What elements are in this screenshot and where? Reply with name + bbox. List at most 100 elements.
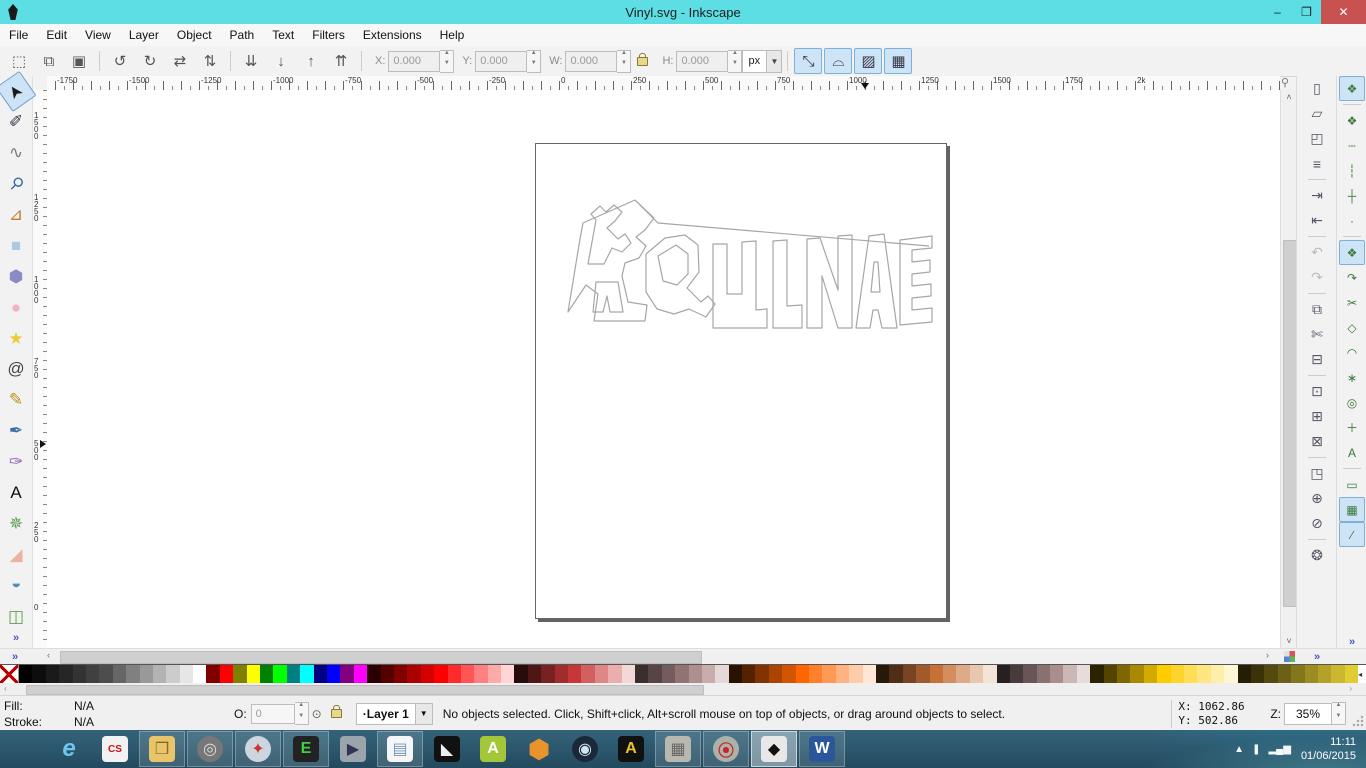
scale-stroke-toggle[interactable]: ⤡ <box>794 48 823 74</box>
color-swatch[interactable] <box>206 665 220 684</box>
color-swatch[interactable] <box>755 665 769 684</box>
vinyl-outline-artwork[interactable] <box>536 144 946 618</box>
paint-bucket-tool[interactable]: ◗ <box>2 571 31 601</box>
color-swatch[interactable] <box>942 665 957 684</box>
color-swatch[interactable] <box>193 665 207 684</box>
bricks-app-icon[interactable]: ▦ <box>655 731 701 767</box>
color-swatch[interactable] <box>179 665 194 684</box>
color-swatch[interactable] <box>742 665 756 684</box>
color-managed-view-icon[interactable] <box>1284 651 1295 662</box>
color-swatch[interactable] <box>661 665 676 684</box>
snap-bbox-centers-toggle[interactable]: · <box>1339 208 1365 233</box>
artwork-path[interactable] <box>645 234 716 318</box>
taskbar-clock[interactable]: 11:11 01/06/2015 <box>1301 735 1356 763</box>
color-swatch[interactable] <box>474 665 488 684</box>
color-swatch[interactable] <box>45 665 60 684</box>
color-swatch[interactable] <box>326 665 341 684</box>
color-swatch[interactable] <box>1063 665 1077 684</box>
zoom-tool[interactable]: ⚲ <box>0 163 37 205</box>
spray-tool[interactable]: ✵ <box>1 509 31 538</box>
open-button[interactable]: ▱ <box>1304 101 1330 126</box>
internet-explorer-icon[interactable]: e <box>47 732 91 766</box>
menu-layer[interactable]: Layer <box>120 26 168 44</box>
palette-end-arrow[interactable]: ◂ <box>1358 665 1366 684</box>
color-swatch[interactable] <box>889 665 903 684</box>
color-swatch[interactable] <box>675 665 689 684</box>
scroll-right-arrow[interactable]: › <box>1266 650 1269 660</box>
y-field[interactable]: 0.000 <box>475 50 528 72</box>
color-swatch[interactable] <box>594 665 609 684</box>
snap-page-border-toggle[interactable]: ▭ <box>1339 472 1365 497</box>
export-button[interactable]: ⇤ <box>1304 208 1330 233</box>
calligraphy-tool[interactable]: ✑ <box>1 448 31 477</box>
swatch-none[interactable] <box>0 665 19 684</box>
color-swatch[interactable] <box>969 665 984 684</box>
color-swatch[interactable] <box>1170 665 1184 684</box>
paste-button[interactable]: ⊟ <box>1304 347 1330 372</box>
color-swatch[interactable] <box>260 665 274 684</box>
menu-view[interactable]: View <box>76 26 120 44</box>
rotate-cw-button[interactable]: ↻ <box>136 48 164 74</box>
color-swatch[interactable] <box>581 665 595 684</box>
chevron-down-icon[interactable]: ▼ <box>414 703 432 724</box>
color-swatch[interactable] <box>1143 665 1158 684</box>
color-swatch[interactable] <box>782 665 796 684</box>
color-swatch[interactable] <box>340 665 354 684</box>
snap-bbox-corners-toggle[interactable]: ┆ <box>1339 158 1365 183</box>
layer-lock-icon[interactable] <box>330 705 342 718</box>
menu-edit[interactable]: Edit <box>37 26 76 44</box>
palette-scroll-left-arrow[interactable]: ‹ <box>4 683 7 695</box>
box3d-tool[interactable]: ⬢ <box>1 262 31 291</box>
color-swatch[interactable] <box>795 665 810 684</box>
raise-button[interactable]: ↑ <box>297 48 325 74</box>
snap-more-button[interactable]: » <box>1349 636 1355 648</box>
color-swatch[interactable] <box>956 665 970 684</box>
node-editor-tool[interactable]: ✐ <box>1 108 31 137</box>
terminal-icon[interactable]: E <box>283 731 329 767</box>
color-swatch[interactable] <box>1023 665 1037 684</box>
color-swatch[interactable] <box>19 665 33 684</box>
pencil-tool[interactable]: ✎ <box>1 386 31 415</box>
color-swatch[interactable] <box>219 665 234 684</box>
color-swatch[interactable] <box>1157 665 1171 684</box>
x-field[interactable]: 0.000 <box>388 50 441 72</box>
color-swatch[interactable] <box>902 665 917 684</box>
color-swatch[interactable] <box>233 665 247 684</box>
color-swatch[interactable] <box>728 665 743 684</box>
color-swatch[interactable] <box>541 665 555 684</box>
color-swatch[interactable] <box>1130 665 1144 684</box>
zoom-input[interactable]: 35% <box>1284 702 1332 725</box>
artwork-path[interactable] <box>806 234 853 329</box>
undo-button[interactable]: ↶ <box>1304 240 1330 265</box>
opacity-input[interactable]: 0 <box>250 703 295 724</box>
x-field-spinner[interactable]: ▲ ▼ <box>440 49 455 73</box>
h-field[interactable]: 0.000 <box>676 50 729 72</box>
menu-filters[interactable]: Filters <box>303 26 354 44</box>
color-swatch[interactable] <box>434 665 448 684</box>
palette-scroll-right-arrow[interactable]: › <box>1349 683 1352 695</box>
close-button[interactable]: ✕ <box>1321 0 1366 24</box>
color-swatch[interactable] <box>420 665 435 684</box>
w-field[interactable]: 0.000 <box>565 50 618 72</box>
redo-button[interactable]: ↷ <box>1304 265 1330 290</box>
color-swatch[interactable] <box>59 665 73 684</box>
move-patterns-toggle[interactable]: ▦ <box>884 48 913 74</box>
lower-to-bottom-button[interactable]: ⇊ <box>237 48 265 74</box>
color-swatch[interactable] <box>634 665 649 684</box>
color-swatch[interactable] <box>300 665 314 684</box>
color-swatch[interactable] <box>273 665 287 684</box>
artwork-path[interactable] <box>567 199 655 322</box>
star-tool[interactable]: ★ <box>1 324 31 353</box>
create-clone-button[interactable]: ⊕ <box>1304 486 1330 511</box>
color-swatch[interactable] <box>1210 665 1225 684</box>
scroll-left-arrow[interactable]: ‹ <box>47 650 50 660</box>
color-swatch[interactable] <box>393 665 408 684</box>
color-swatch[interactable] <box>1304 665 1318 684</box>
color-swatch[interactable] <box>1103 665 1118 684</box>
color-swatch[interactable] <box>1317 665 1332 684</box>
snap-cusp-nodes-toggle[interactable]: ◇ <box>1339 315 1365 340</box>
color-swatch[interactable] <box>407 665 421 684</box>
snap-guides-toggle[interactable]: ∕ <box>1339 522 1365 547</box>
color-swatch[interactable] <box>621 665 635 684</box>
color-swatch[interactable] <box>1237 665 1251 684</box>
